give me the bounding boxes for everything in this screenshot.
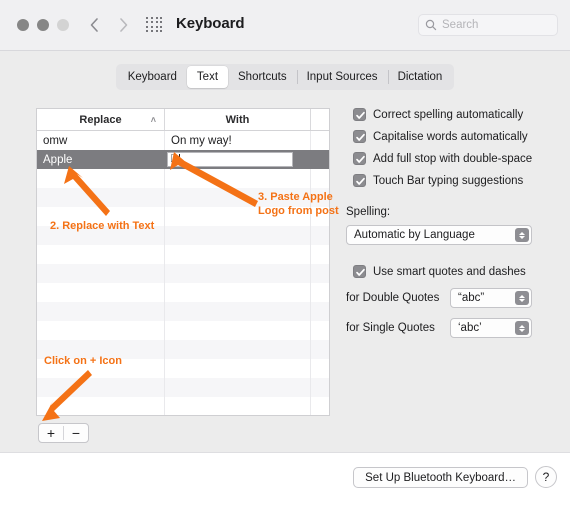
spelling-label: Spelling:: [346, 206, 391, 218]
back-chevron-icon[interactable]: [84, 14, 104, 36]
single-quotes-label: for Single Quotes: [346, 322, 435, 334]
cell-replace: Apple: [37, 150, 165, 169]
table-row-empty[interactable]: [37, 321, 329, 340]
tab-keyboard[interactable]: Keyboard: [118, 66, 187, 88]
table-row-empty[interactable]: [37, 283, 329, 302]
column-header-with[interactable]: With: [165, 109, 311, 130]
checkmark-icon: [356, 155, 365, 163]
table-row-empty[interactable]: [37, 169, 329, 188]
tab-bar: Keyboard Text Shortcuts Input Sources Di…: [0, 64, 570, 90]
table-row-empty[interactable]: [37, 302, 329, 321]
table-row-empty[interactable]: [37, 378, 329, 397]
spelling-selected-value: Automatic by Language: [354, 229, 475, 241]
checkmark-icon: [356, 268, 365, 276]
tab-text[interactable]: Text: [186, 66, 229, 88]
text-cursor: [179, 154, 181, 165]
table-row-empty[interactable]: [37, 264, 329, 283]
search-icon: [425, 19, 437, 31]
cell-replace: omw: [37, 131, 165, 150]
checkbox-label: Touch Bar typing suggestions: [373, 174, 524, 187]
checkbox-row-smart-quotes[interactable]: Use smart quotes and dashes: [346, 265, 550, 278]
single-quotes-row: for Single Quotes ‘abc’: [346, 318, 550, 338]
table-row-empty[interactable]: [37, 340, 329, 359]
page-title: Keyboard: [176, 15, 245, 32]
tab-shortcuts[interactable]: Shortcuts: [228, 66, 297, 88]
checkbox-label: Correct spelling automatically: [373, 108, 524, 121]
checkmark-icon: [356, 133, 365, 141]
double-quotes-popup-button[interactable]: “abc”: [450, 288, 532, 308]
checkmark-icon: [356, 177, 365, 185]
close-button-icon[interactable]: [17, 19, 29, 31]
add-entry-button[interactable]: +: [39, 424, 63, 442]
table-row-empty[interactable]: [37, 397, 329, 415]
double-quotes-label: for Double Quotes: [346, 292, 440, 304]
add-remove-segmented-control: + −: [38, 423, 89, 443]
table-row-empty[interactable]: [37, 226, 329, 245]
spelling-popup-button[interactable]: Automatic by Language: [346, 225, 532, 245]
cell-with-editing[interactable]: : [165, 150, 311, 169]
chevron-up-down-icon: [515, 321, 529, 335]
checkbox-label: Use smart quotes and dashes: [373, 265, 526, 278]
checkbox-add-full-stop[interactable]: [353, 152, 366, 165]
with-text-input[interactable]: : [167, 152, 293, 167]
single-quotes-selected-value: ‘abc’: [458, 322, 482, 334]
checkbox-row-full-stop[interactable]: Add full stop with double-space: [346, 152, 550, 165]
checkbox-capitalise-words[interactable]: [353, 130, 366, 143]
column-header-replace-label: Replace: [79, 113, 122, 126]
table-row-empty[interactable]: [37, 359, 329, 378]
minimize-button-icon[interactable]: [37, 19, 49, 31]
apple-logo-icon: : [170, 154, 178, 165]
column-header-with-label: With: [225, 113, 250, 126]
forward-chevron-icon[interactable]: [114, 14, 134, 36]
single-quotes-popup-button[interactable]: ‘abc’: [450, 318, 532, 338]
chevron-up-down-icon: [515, 291, 529, 305]
double-quotes-selected-value: “abc”: [458, 292, 485, 304]
remove-entry-button[interactable]: −: [64, 424, 88, 442]
chevron-up-down-icon: [515, 228, 529, 242]
table-row[interactable]: omw On my way!: [37, 131, 329, 150]
checkbox-label: Add full stop with double-space: [373, 152, 533, 165]
text-options-panel: Correct spelling automatically Capitalis…: [346, 108, 550, 338]
double-quotes-row: for Double Quotes “abc”: [346, 288, 550, 308]
checkbox-row-touch-bar[interactable]: Touch Bar typing suggestions: [346, 174, 550, 187]
table-body: omw On my way! Apple : [37, 131, 329, 415]
cell-with: On my way!: [165, 131, 311, 150]
text-replacement-table[interactable]: Replace ˄ With omw On my way! Apple: [36, 108, 330, 416]
text-preferences-content: Replace ˄ With omw On my way! Apple + − …: [0, 97, 570, 452]
checkbox-smart-quotes[interactable]: [353, 265, 366, 278]
zoom-button-icon[interactable]: [57, 19, 69, 31]
help-button[interactable]: ?: [535, 466, 557, 488]
table-header: Replace ˄ With: [37, 109, 329, 131]
checkmark-icon: [356, 111, 365, 119]
table-row-empty[interactable]: [37, 188, 329, 207]
cell-gutter: [311, 131, 329, 150]
window-titlebar: Keyboard: [0, 0, 570, 51]
sort-ascending-icon: ˄: [150, 115, 156, 125]
cell-gutter: [311, 150, 329, 169]
checkbox-correct-spelling[interactable]: [353, 108, 366, 121]
search-input[interactable]: [442, 19, 551, 31]
checkbox-row-capitalise-words[interactable]: Capitalise words automatically: [346, 130, 550, 143]
table-row-empty[interactable]: [37, 207, 329, 226]
checkbox-label: Capitalise words automatically: [373, 130, 528, 143]
table-row[interactable]: Apple : [37, 150, 329, 169]
keyboard-preferences-window: Keyboard Keyboard Text Shortcuts Input S…: [0, 0, 570, 507]
table-row-empty[interactable]: [37, 245, 329, 264]
window-bottom-bar: Set Up Bluetooth Keyboard… ?: [0, 452, 570, 507]
set-up-bluetooth-keyboard-button[interactable]: Set Up Bluetooth Keyboard…: [353, 467, 528, 488]
column-header-replace[interactable]: Replace ˄: [37, 109, 165, 130]
traffic-lights: [17, 19, 69, 31]
tab-dictation[interactable]: Dictation: [387, 66, 453, 88]
tab-input-sources[interactable]: Input Sources: [296, 66, 388, 88]
search-field[interactable]: [418, 14, 558, 36]
checkbox-touch-bar-suggestions[interactable]: [353, 174, 366, 187]
table-scroll-gutter: [311, 109, 329, 130]
show-all-grid-icon[interactable]: [146, 17, 164, 33]
checkbox-row-correct-spelling[interactable]: Correct spelling automatically: [346, 108, 550, 121]
